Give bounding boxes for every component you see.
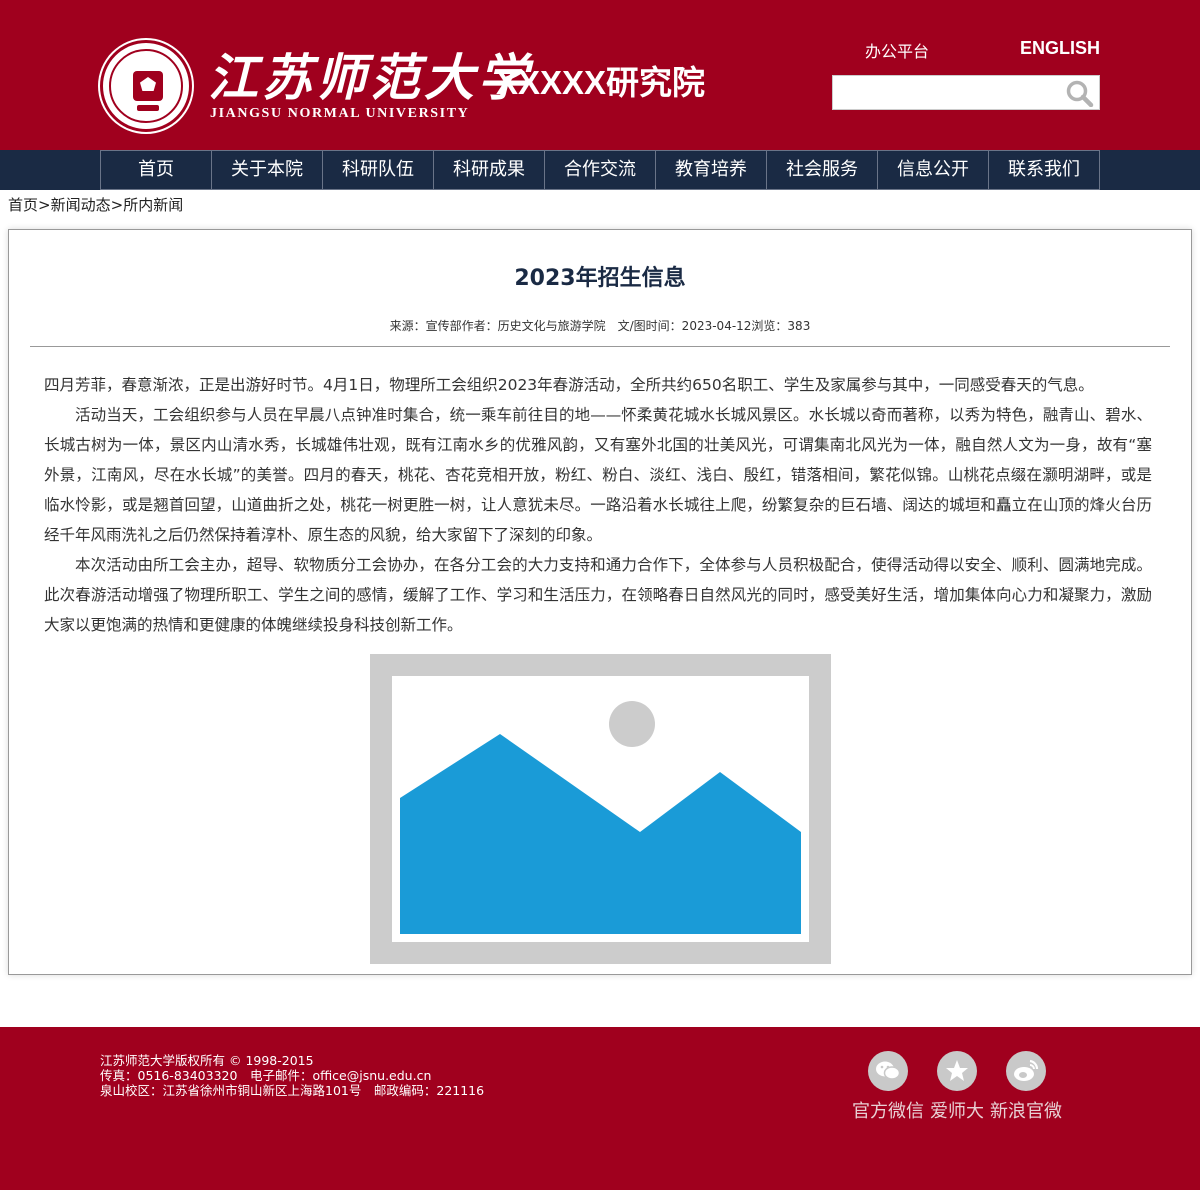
wechat-icon [868,1051,908,1091]
weibo-icon [1006,1051,1046,1091]
nav-item-about[interactable]: 关于本院 [211,150,322,190]
english-link[interactable]: ENGLISH [1020,38,1100,59]
search-box [832,75,1100,110]
seal-ribbon [137,105,159,111]
university-name-cn: 江苏师范大学 [208,48,532,107]
article-paragraph: 四月芳菲，春意渐浓，正是出游好时节。4月1日，物理所工会组织2023年春游活动，… [44,376,1094,394]
search-input[interactable] [833,76,1061,109]
article-body: 四月芳菲，春意渐浓，正是出游好时节。4月1日，物理所工会组织2023年春游活动，… [44,370,1152,640]
breadcrumb-section[interactable]: 新闻动态 [51,196,111,214]
social-weibo[interactable]: 新浪官微 [990,1051,1062,1123]
article-title: 2023年招生信息 [514,266,686,291]
search-icon[interactable] [1065,79,1095,108]
nav-item-cooperation[interactable]: 合作交流 [544,150,655,190]
article-panel: 2023年招生信息 来源：宣传部作者：历史文化与旅游学院 文/图时间：2023-… [8,229,1192,975]
nav-item-social-service[interactable]: 社会服务 [766,150,877,190]
nav-item-research-results[interactable]: 科研成果 [433,150,544,190]
breadcrumb: 首页>新闻动态>所内新闻 [8,195,183,215]
app-icon [937,1051,977,1091]
social-label: 新浪官微 [990,1101,1062,1122]
article-meta: 来源：宣传部作者：历史文化与旅游学院 文/图时间：2023-04-12浏览：38… [389,319,811,333]
site-header: 江苏师范大学 JIANGSU NORMAL UNIVERSITY XXXXX研究… [0,0,1200,150]
site-footer: 江苏师范大学版权所有 © 1998-2015 传真：0516-83403320 … [0,1027,1200,1190]
image-placeholder-icon [370,654,831,964]
article-paragraph: 本次活动由所工会主办，超导、软物质分工会协办，在各分工会的大力支持和通力合作下，… [44,556,1152,634]
social-label: 爱师大 [930,1101,984,1122]
seal-emblem-icon [133,71,163,101]
breadcrumb-current[interactable]: 所内新闻 [123,196,183,214]
social-wechat[interactable]: 官方微信 [852,1051,924,1123]
main-nav: 首页 关于本院 科研队伍 科研成果 合作交流 教育培养 社会服务 信息公开 联系… [0,150,1200,190]
nav-item-education[interactable]: 教育培养 [655,150,766,190]
university-name-en: JIANGSU NORMAL UNIVERSITY [210,106,470,121]
footer-info: 江苏师范大学版权所有 © 1998-2015 传真：0516-83403320 … [100,1053,484,1098]
nav-item-research-team[interactable]: 科研队伍 [322,150,433,190]
breadcrumb-separator: > [38,196,51,214]
institute-name: XXXXX研究院 [496,64,706,101]
social-label: 官方微信 [852,1101,924,1122]
article-paragraph: 活动当天，工会组织参与人员在早晨八点钟准时集合，统一乘车前往目的地——怀柔黄花城… [44,406,1152,544]
footer-copyright: 江苏师范大学版权所有 © 1998-2015 [100,1053,314,1068]
nav-item-home[interactable]: 首页 [100,150,211,190]
office-platform-link[interactable]: 办公平台 [865,38,929,62]
nav-item-information[interactable]: 信息公开 [877,150,988,190]
nav-item-contact[interactable]: 联系我们 [988,150,1100,190]
breadcrumb-separator: > [110,196,124,214]
footer-address: 泉山校区：江苏省徐州市铜山新区上海路101号 邮政编码：221116 [100,1083,485,1098]
nav-bar: 首页 关于本院 科研队伍 科研成果 合作交流 教育培养 社会服务 信息公开 联系… [100,150,1100,190]
breadcrumb-home[interactable]: 首页 [8,196,38,214]
footer-contact: 传真：0516-83403320 电子邮件：office@jsnu.edu.cn [100,1068,432,1083]
seal-ring [109,49,183,123]
title-divider [30,346,1170,347]
university-seal-logo[interactable] [100,40,192,132]
social-app[interactable]: 爱师大 [930,1051,984,1123]
